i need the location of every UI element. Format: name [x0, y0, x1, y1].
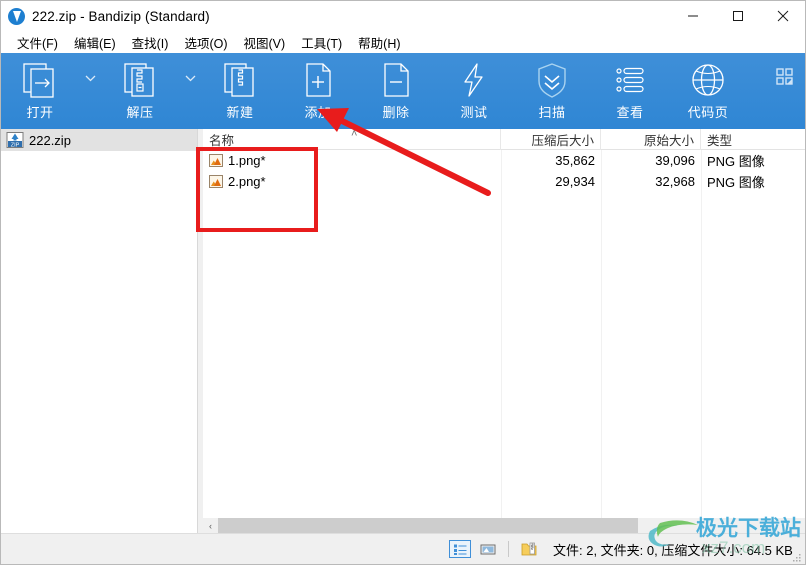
cell-type: PNG 图像 [707, 175, 765, 190]
column-header-original-size[interactable]: 原始大小 [601, 129, 701, 150]
column-header-name-label: 名称 [209, 134, 235, 148]
menu-view[interactable]: 视图(V) [236, 31, 294, 54]
toolbar-label-test: 测试 [460, 105, 488, 120]
toolbar-button-test[interactable]: 测试 [435, 53, 513, 129]
toolbar-label-open: 打开 [26, 105, 54, 120]
bandizip-app-icon [8, 7, 25, 25]
menu-bar: 文件(F) 编辑(E) 查找(I) 选项(O) 视图(V) 工具(T) 帮助(H… [1, 31, 805, 53]
toolbar-label-extract: 解压 [126, 105, 154, 120]
cell-name: 1.png* [203, 150, 501, 171]
horizontal-scrollbar[interactable]: ‹ [203, 518, 805, 533]
png-image-icon [209, 175, 223, 188]
codepage-globe-icon [688, 60, 728, 100]
toolbar-label-codepage: 代码页 [687, 105, 729, 120]
toolbar: 打开 解压 新建 添加 删除 测试 扫描 查看 代码页 [1, 53, 805, 129]
png-image-icon [209, 154, 223, 167]
details-view-icon[interactable] [449, 540, 471, 558]
cell-name: 2.png* [203, 171, 501, 192]
cell-original-size: 32,968 [655, 174, 695, 189]
scan-shield-icon [532, 60, 572, 100]
status-view-buttons [449, 540, 540, 558]
title-bar: 222.zip - Bandizip (Standard) [1, 1, 805, 31]
scrollbar-track[interactable] [218, 518, 805, 533]
archive-tree-pane: ZIP 222.zip [1, 129, 198, 533]
menu-edit[interactable]: 编辑(E) [66, 31, 124, 54]
toolbar-button-new[interactable]: 新建 [201, 53, 279, 129]
status-text: 文件: 2, 文件夹: 0, 压缩文件大小: 64.5 KB [553, 543, 793, 558]
minimize-button[interactable] [670, 1, 715, 31]
toolbar-label-view: 查看 [616, 105, 644, 120]
resize-grip-icon[interactable] [790, 550, 802, 562]
column-header-original-size-label: 原始大小 [643, 134, 694, 148]
cell-name-label: 2.png* [228, 174, 266, 189]
new-archive-icon [220, 60, 260, 100]
column-header-type-label: 类型 [707, 134, 733, 148]
cell-type: PNG 图像 [707, 154, 765, 169]
extract-icon [120, 60, 160, 100]
cell-packed-size: 35,862 [555, 153, 595, 168]
zip-archive-icon: ZIP [6, 131, 24, 149]
grid-line-2 [601, 150, 602, 533]
svg-text:ZIP: ZIP [11, 142, 20, 148]
sort-ascending-icon: ˄ [351, 128, 358, 140]
extract-dropdown-chevron-down-icon[interactable] [179, 53, 201, 129]
tree-item-label: 222.zip [29, 132, 71, 148]
file-list-header: 名称 ˄ 压缩后大小 原始大小 类型 [203, 129, 805, 150]
cell-original-size: 39,096 [655, 153, 695, 168]
column-header-packed-size-label: 压缩后大小 [531, 134, 594, 148]
column-header-type[interactable]: 类型 [701, 129, 805, 150]
open-dropdown-chevron-down-icon[interactable] [79, 53, 101, 129]
grid-line-3 [701, 150, 702, 533]
bandizip-window: 222.zip - Bandizip (Standard) 文件(F) 编辑(E… [0, 0, 806, 565]
toolbar-label-new: 新建 [226, 105, 254, 120]
toolbar-button-delete[interactable]: 删除 [357, 53, 435, 129]
menu-find[interactable]: 查找(I) [124, 31, 177, 54]
window-title: 222.zip - Bandizip (Standard) [32, 8, 210, 24]
scrollbar-thumb[interactable] [218, 518, 638, 533]
toolbar-button-codepage[interactable]: 代码页 [669, 53, 747, 129]
menu-help[interactable]: 帮助(H) [350, 31, 408, 54]
file-list-rows: 1.png* 35,862 39,096 PNG 图像 2.png* 29,93… [203, 150, 805, 192]
toolbar-label-scan: 扫描 [538, 105, 566, 120]
toolbar-button-view[interactable]: 查看 [591, 53, 669, 129]
cell-name-label: 1.png* [228, 153, 266, 168]
view-list-icon [610, 60, 650, 100]
table-row[interactable]: 1.png* 35,862 39,096 PNG 图像 [203, 150, 805, 171]
grid-line-1 [501, 150, 502, 533]
thumbnail-view-icon[interactable] [477, 540, 499, 558]
column-header-name[interactable]: 名称 ˄ [203, 129, 501, 150]
grid-expand-icon[interactable] [771, 63, 797, 89]
close-button[interactable] [760, 1, 805, 31]
scroll-left-arrow-icon[interactable]: ‹ [203, 518, 218, 533]
window-controls [670, 1, 805, 31]
toolbar-button-scan[interactable]: 扫描 [513, 53, 591, 129]
maximize-button[interactable] [715, 1, 760, 31]
main-area: ZIP 222.zip 名称 ˄ 压缩后大小 原始大小 类型 1.png* 35… [1, 129, 805, 533]
status-separator [508, 541, 509, 557]
toolbar-label-add: 添加 [304, 105, 332, 120]
table-row[interactable]: 2.png* 29,934 32,968 PNG 图像 [203, 171, 805, 192]
toolbar-button-add[interactable]: 添加 [279, 53, 357, 129]
archive-folder-icon[interactable] [518, 540, 540, 558]
test-lightning-icon [454, 60, 494, 100]
open-archive-icon [20, 60, 60, 100]
column-header-packed-size[interactable]: 压缩后大小 [501, 129, 601, 150]
toolbar-button-open[interactable]: 打开 [1, 53, 79, 129]
toolbar-label-delete: 删除 [382, 105, 410, 120]
tree-item-root[interactable]: ZIP 222.zip [1, 129, 197, 151]
add-file-icon [298, 60, 338, 100]
menu-file[interactable]: 文件(F) [9, 31, 66, 54]
status-bar: 文件: 2, 文件夹: 0, 压缩文件大小: 64.5 KB [1, 533, 805, 564]
toolbar-button-extract[interactable]: 解压 [101, 53, 179, 129]
cell-packed-size: 29,934 [555, 174, 595, 189]
file-list-pane: 名称 ˄ 压缩后大小 原始大小 类型 1.png* 35,862 39,096 … [203, 129, 805, 533]
menu-options[interactable]: 选项(O) [176, 31, 235, 54]
menu-tools[interactable]: 工具(T) [293, 31, 350, 54]
delete-file-icon [376, 60, 416, 100]
